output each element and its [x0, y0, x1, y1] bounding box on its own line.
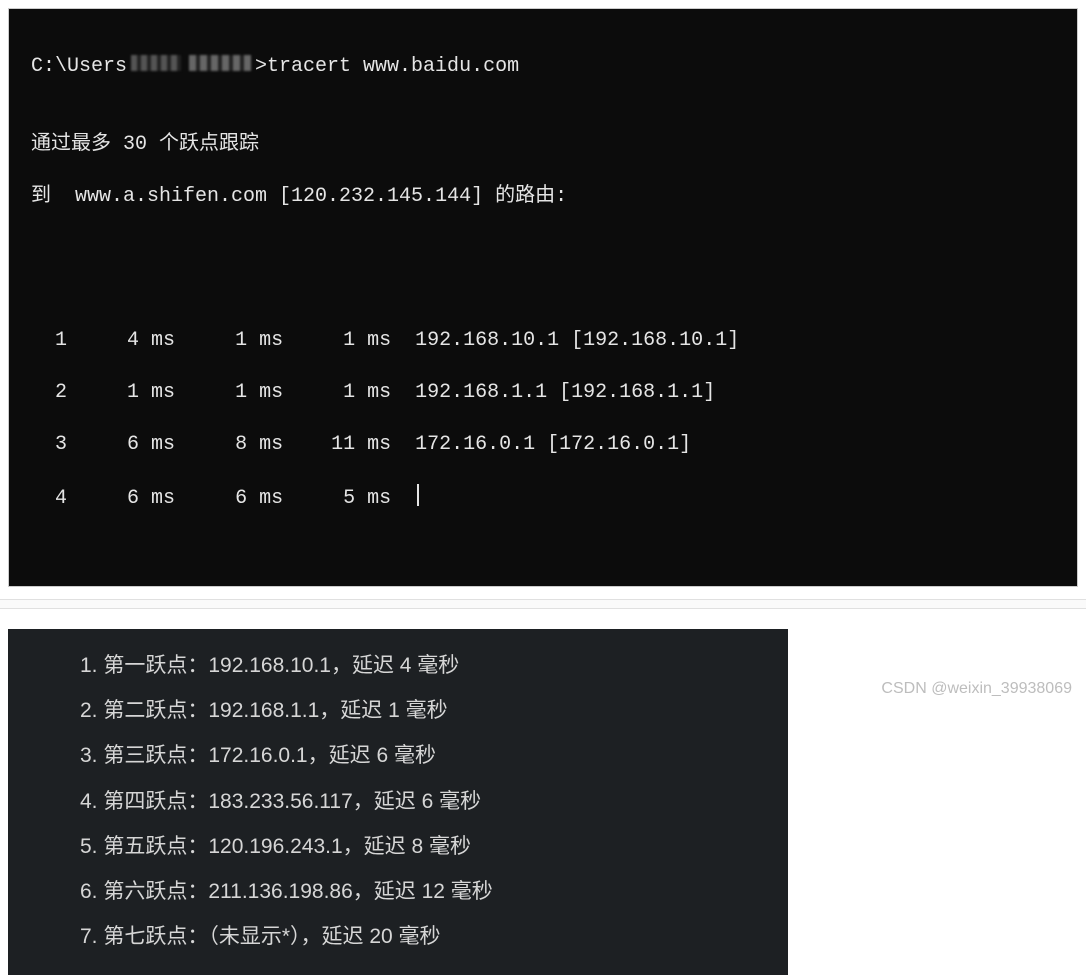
prompt-prefix: C:\Users: [31, 55, 127, 78]
summary-item: 6. 第六跃点：211.136.198.86，延迟 12 毫秒: [8, 869, 788, 914]
panel-divider: [0, 599, 1086, 609]
command-line: C:\Users >tracert www.baidu.com: [31, 53, 1065, 80]
terminal-cursor-icon: [417, 484, 419, 506]
hop-row: 3 6 ms 8 ms 11 ms 172.16.0.1 [172.16.0.1…: [31, 432, 1065, 458]
terminal-window: C:\Users >tracert www.baidu.com 通过最多 30 个…: [8, 8, 1078, 587]
redacted-username: [127, 53, 255, 73]
summary-item: 2. 第二跃点：192.168.1.1，延迟 1 毫秒: [8, 688, 788, 733]
hop-summary-panel: 1. 第一跃点：192.168.10.1，延迟 4 毫秒 2. 第二跃点：192…: [8, 629, 788, 975]
watermark-text: CSDN @weixin_39938069: [881, 680, 1072, 698]
hop-row: 4 6 ms 6 ms 5 ms: [31, 484, 1065, 512]
hop-row: 2 1 ms 1 ms 1 ms 192.168.1.1 [192.168.1.…: [31, 380, 1065, 406]
summary-item: 1. 第一跃点：192.168.10.1，延迟 4 毫秒: [8, 643, 788, 688]
prompt-suffix: >: [255, 55, 267, 78]
hop-row: 1 4 ms 1 ms 1 ms 192.168.10.1 [192.168.1…: [31, 328, 1065, 354]
summary-item: 5. 第五跃点：120.196.243.1，延迟 8 毫秒: [8, 824, 788, 869]
summary-item: 3. 第三跃点：172.16.0.1，延迟 6 毫秒: [8, 733, 788, 778]
trace-header-2: 到 www.a.shifen.com [120.232.145.144] 的路由…: [31, 184, 1065, 210]
summary-item: 4. 第四跃点：183.233.56.117，延迟 6 毫秒: [8, 779, 788, 824]
summary-item: 7. 第七跃点：（未显示*），延迟 20 毫秒: [8, 914, 788, 959]
hop-list: 1 4 ms 1 ms 1 ms 192.168.10.1 [192.168.1…: [31, 302, 1065, 538]
trace-header-1: 通过最多 30 个跃点跟踪: [31, 132, 1065, 158]
command-text: tracert www.baidu.com: [267, 55, 519, 78]
